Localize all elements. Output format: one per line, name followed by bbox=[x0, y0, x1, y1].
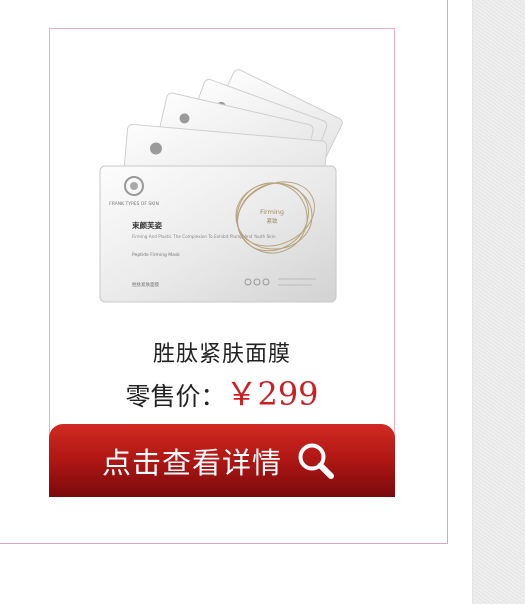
packaging-type-cn: 胜肽紧肤面膜 bbox=[132, 281, 159, 288]
search-icon bbox=[298, 443, 334, 479]
price-row: 零售价：￥299 bbox=[49, 369, 395, 415]
emblem-text: Firming bbox=[260, 208, 284, 216]
product-name: 胜肽紧肤面膜 bbox=[152, 342, 291, 367]
price-value: ￥299 bbox=[225, 375, 319, 413]
price-label: 零售价： bbox=[125, 382, 226, 411]
side-panel bbox=[472, 0, 525, 604]
packaging-type: Peptide Firming Mask bbox=[132, 252, 180, 258]
view-details-button[interactable]: 点击查看详情 bbox=[49, 424, 395, 497]
packaging-name: 束颜芙姿 bbox=[132, 220, 162, 230]
packaging-tagline: Firming And Plastic The Complexion To Ex… bbox=[132, 234, 276, 239]
product-image: FRANK TYPES OF SKIN 束颜芙姿 Firming And Pla… bbox=[99, 69, 343, 303]
view-details-label: 点击查看详情 bbox=[101, 445, 282, 480]
packaging-brand: FRANK TYPES OF SKIN bbox=[109, 201, 159, 207]
emblem-text-cn: 紧致 bbox=[266, 217, 278, 225]
sachet-front: FRANK TYPES OF SKIN 束颜芙姿 Firming And Pla… bbox=[99, 165, 337, 303]
